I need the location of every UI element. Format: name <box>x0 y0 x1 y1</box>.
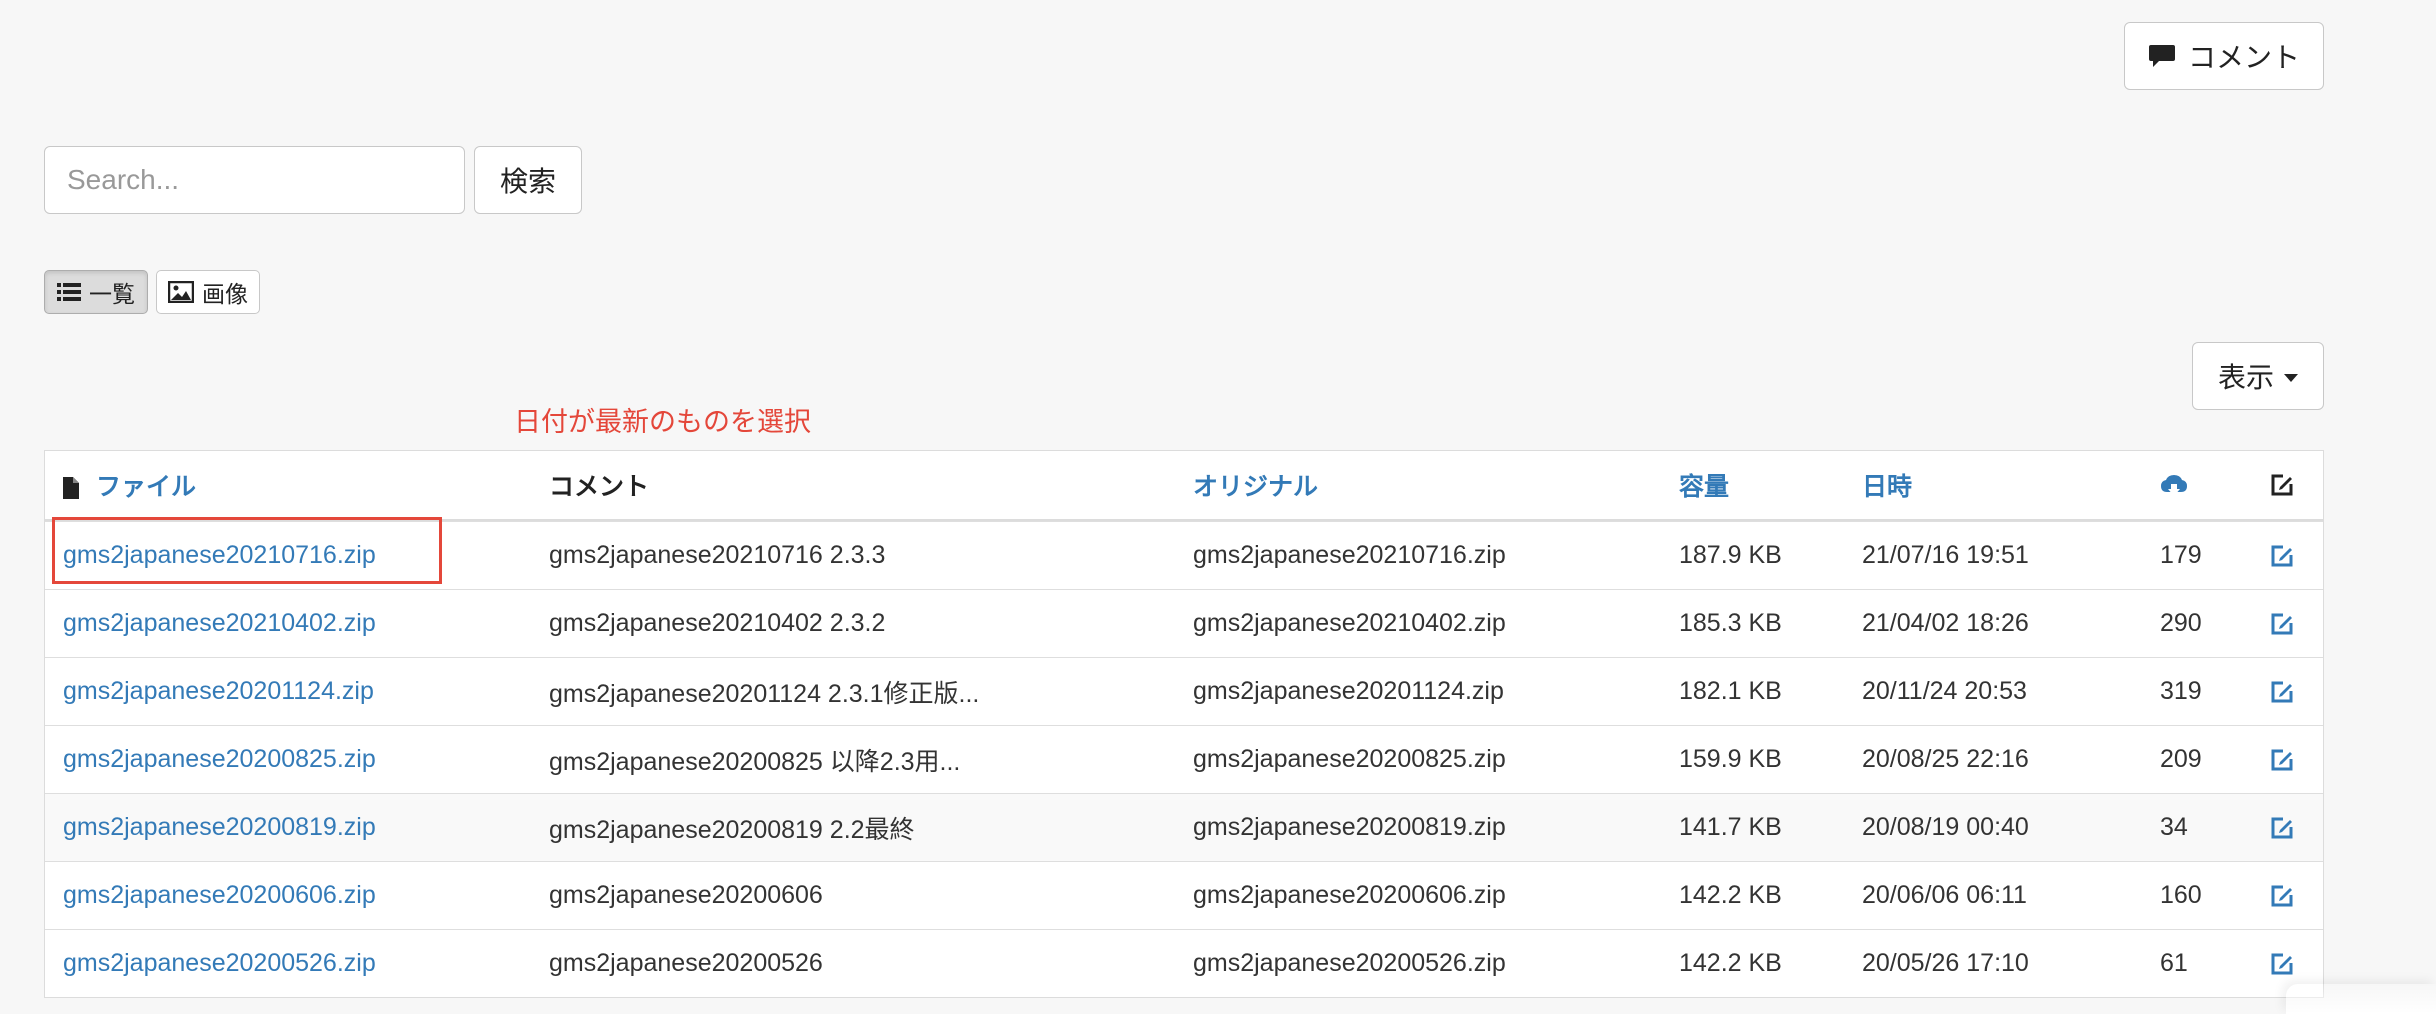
display-button-label: 表示 <box>2217 362 2274 393</box>
edit-icon[interactable] <box>2270 952 2294 976</box>
edit-icon <box>2270 473 2294 497</box>
edit-icon[interactable] <box>2270 612 2294 636</box>
original-cell: gms2japanese20200819.zip <box>1193 813 1506 841</box>
list-view-label: 一覧 <box>89 281 135 307</box>
header-size[interactable]: 容量 <box>1661 467 1844 503</box>
date-cell: 20/11/24 20:53 <box>1862 677 2027 705</box>
date-cell: 20/05/26 17:10 <box>1862 949 2029 977</box>
comment-cell: gms2japanese20201124 2.3.1修正版... <box>549 679 980 708</box>
downloads-cell: 160 <box>2160 881 2202 909</box>
file-link[interactable]: gms2japanese20200825.zip <box>63 745 376 773</box>
comment-button-label: コメント <box>2187 42 2300 73</box>
caret-down-icon <box>2284 374 2298 382</box>
search-button-label: 検索 <box>499 166 556 197</box>
display-dropdown-button[interactable]: 表示 <box>2192 342 2324 410</box>
edit-icon[interactable] <box>2270 748 2294 772</box>
header-date[interactable]: 日時 <box>1844 467 2142 503</box>
file-link[interactable]: gms2japanese20200819.zip <box>63 813 376 841</box>
size-cell: 141.7 KB <box>1679 813 1782 841</box>
comment-cell: gms2japanese20200606 <box>549 881 823 909</box>
edit-icon[interactable] <box>2270 680 2294 704</box>
table-row: gms2japanese20200825.zip gms2japanese2020… <box>45 725 2323 793</box>
table-row: gms2japanese20210402.zip gms2japanese2021… <box>45 589 2323 657</box>
downloads-cell: 290 <box>2160 609 2202 637</box>
date-cell: 20/06/06 06:11 <box>1862 881 2027 909</box>
file-link[interactable]: gms2japanese20210716.zip <box>63 541 376 569</box>
header-original[interactable]: オリジナル <box>1175 467 1661 503</box>
size-cell: 142.2 KB <box>1679 949 1782 977</box>
size-cell: 159.9 KB <box>1679 745 1782 773</box>
table-header-row: ファイル コメント オリジナル 容量 日時 <box>45 451 2323 521</box>
table-row: gms2japanese20200606.zip gms2japanese2020… <box>45 861 2323 929</box>
header-file-label: ファイル <box>95 473 196 501</box>
header-file[interactable]: ファイル <box>45 467 531 503</box>
downloads-cell: 209 <box>2160 745 2202 773</box>
file-table: ファイル コメント オリジナル 容量 日時 gms2japanese202107… <box>44 450 2324 998</box>
cloud-download-icon <box>2160 474 2188 498</box>
list-icon <box>57 282 81 302</box>
date-cell: 21/04/02 18:26 <box>1862 609 2029 637</box>
downloads-cell: 61 <box>2160 949 2188 977</box>
header-edit <box>2242 473 2322 497</box>
comment-cell: gms2japanese20210716 2.3.3 <box>549 541 886 569</box>
downloads-cell: 34 <box>2160 813 2188 841</box>
image-view-button[interactable]: 画像 <box>156 270 260 314</box>
header-comment: コメント <box>549 473 650 501</box>
table-row: gms2japanese20201124.zip gms2japanese2020… <box>45 657 2323 725</box>
corner-overlay <box>2286 984 2436 1014</box>
original-cell: gms2japanese20201124.zip <box>1193 677 1504 705</box>
file-icon <box>63 477 79 500</box>
downloads-cell: 179 <box>2160 541 2202 569</box>
comment-cell: gms2japanese20210402 2.3.2 <box>549 609 886 637</box>
date-cell: 20/08/19 00:40 <box>1862 813 2029 841</box>
comment-cell: gms2japanese20200819 2.2最終 <box>549 815 915 844</box>
date-cell: 20/08/25 22:16 <box>1862 745 2029 773</box>
comment-button[interactable]: コメント <box>2124 22 2324 90</box>
file-link[interactable]: gms2japanese20201124.zip <box>63 677 374 705</box>
image-icon <box>168 281 194 303</box>
file-link[interactable]: gms2japanese20200526.zip <box>63 949 376 977</box>
comment-icon <box>2148 43 2176 69</box>
original-cell: gms2japanese20200526.zip <box>1193 949 1506 977</box>
file-link[interactable]: gms2japanese20210402.zip <box>63 609 376 637</box>
size-cell: 142.2 KB <box>1679 881 1782 909</box>
file-link[interactable]: gms2japanese20200606.zip <box>63 881 376 909</box>
table-body: gms2japanese20210716.zip gms2japanese2021… <box>45 521 2323 997</box>
original-cell: gms2japanese20210716.zip <box>1193 541 1506 569</box>
table-row: gms2japanese20200526.zip gms2japanese2020… <box>45 929 2323 997</box>
comment-cell: gms2japanese20200825 以降2.3用... <box>549 747 961 776</box>
comment-cell: gms2japanese20200526 <box>549 949 823 977</box>
list-view-button[interactable]: 一覧 <box>44 270 148 314</box>
image-view-label: 画像 <box>202 281 248 307</box>
edit-icon[interactable] <box>2270 544 2294 568</box>
table-row: gms2japanese20210716.zip gms2japanese2021… <box>45 521 2323 589</box>
header-downloads[interactable] <box>2142 471 2242 500</box>
table-row: gms2japanese20200819.zip gms2japanese2020… <box>45 793 2323 861</box>
size-cell: 187.9 KB <box>1679 541 1782 569</box>
size-cell: 185.3 KB <box>1679 609 1782 637</box>
original-cell: gms2japanese20210402.zip <box>1193 609 1506 637</box>
original-cell: gms2japanese20200606.zip <box>1193 881 1506 909</box>
annotation-text: 日付が最新のものを選択 <box>514 407 811 437</box>
size-cell: 182.1 KB <box>1679 677 1782 705</box>
edit-icon[interactable] <box>2270 884 2294 908</box>
edit-icon[interactable] <box>2270 816 2294 840</box>
search-input[interactable] <box>44 146 465 214</box>
date-cell: 21/07/16 19:51 <box>1862 541 2029 569</box>
downloads-cell: 319 <box>2160 677 2202 705</box>
original-cell: gms2japanese20200825.zip <box>1193 745 1506 773</box>
search-button[interactable]: 検索 <box>474 146 582 214</box>
